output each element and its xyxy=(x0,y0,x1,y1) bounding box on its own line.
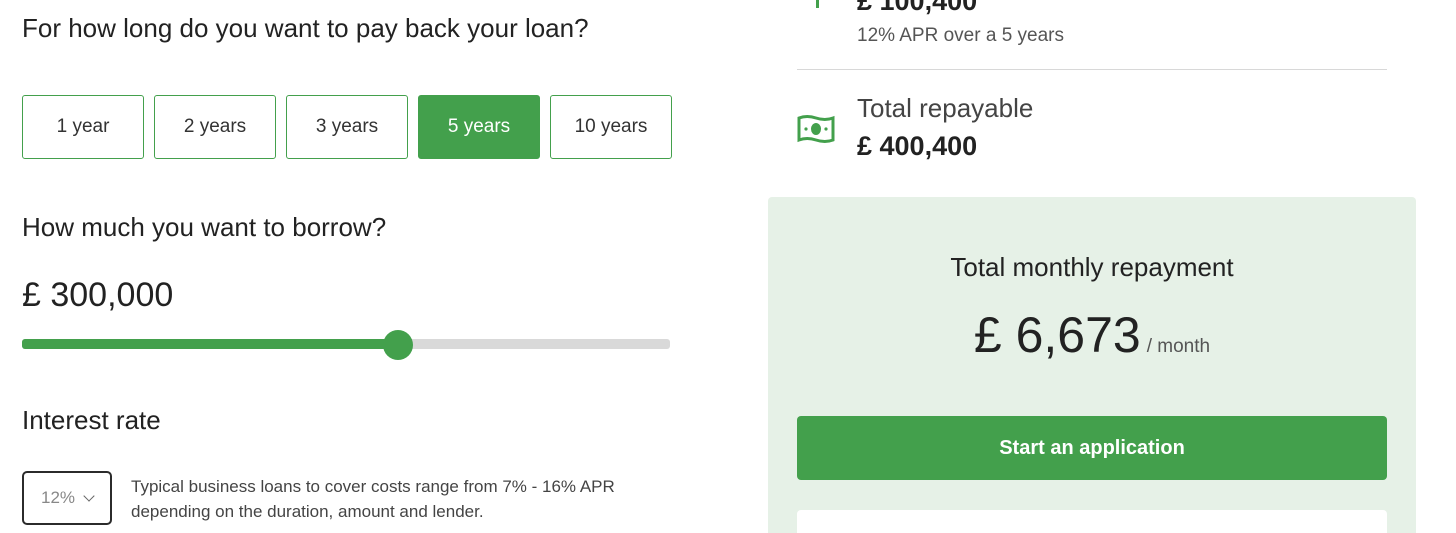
term-question: For how long do you want to pay back you… xyxy=(22,13,589,43)
monthly-repayment: £ 6,673 / month xyxy=(768,305,1416,365)
total-interest-value: £ 100,400 xyxy=(857,0,978,16)
rate-select-value: 12% xyxy=(40,488,76,507)
slider-thumb[interactable] xyxy=(382,330,413,360)
slider-fill xyxy=(22,339,398,349)
term-option-1-year[interactable]: 1 year xyxy=(22,95,144,159)
money-icon xyxy=(797,115,835,143)
amount-slider[interactable] xyxy=(22,330,670,360)
term-option-3-years[interactable]: 3 years xyxy=(286,95,408,159)
monthly-repayment-label: Total monthly repayment xyxy=(950,252,1234,282)
total-repayable-label: Total repayable xyxy=(857,93,1034,123)
total-interest-description: 12% APR over a 5 years xyxy=(857,25,1064,46)
amount-question: How much you want to borrow? xyxy=(22,212,387,242)
term-option-2-years[interactable]: 2 years xyxy=(154,95,276,159)
loan-calculator: For how long do you want to pay back you… xyxy=(0,0,1456,533)
start-application-button[interactable]: Start an application xyxy=(797,416,1387,480)
term-options: 1 year 2 years 3 years 5 years 10 years xyxy=(22,95,672,159)
monthly-summary-panel: Total monthly repayment £ 6,673 / month … xyxy=(768,197,1416,533)
monthly-repayment-unit: / month xyxy=(1146,336,1211,357)
rate-heading: Interest rate xyxy=(22,405,161,435)
monthly-repayment-value: £ 6,673 xyxy=(973,307,1141,363)
total-repayable-value: £ 400,400 xyxy=(857,131,978,161)
percent-icon xyxy=(816,0,819,8)
term-option-10-years[interactable]: 10 years xyxy=(550,95,672,159)
term-option-5-years[interactable]: 5 years xyxy=(418,95,540,159)
rate-select[interactable]: 12% xyxy=(22,471,112,525)
amount-value: £ 300,000 xyxy=(22,276,174,314)
divider xyxy=(797,69,1387,70)
info-card xyxy=(797,510,1387,533)
rate-help-text: Typical business loans to cover costs ra… xyxy=(131,477,615,521)
chevron-down-icon xyxy=(83,489,95,502)
